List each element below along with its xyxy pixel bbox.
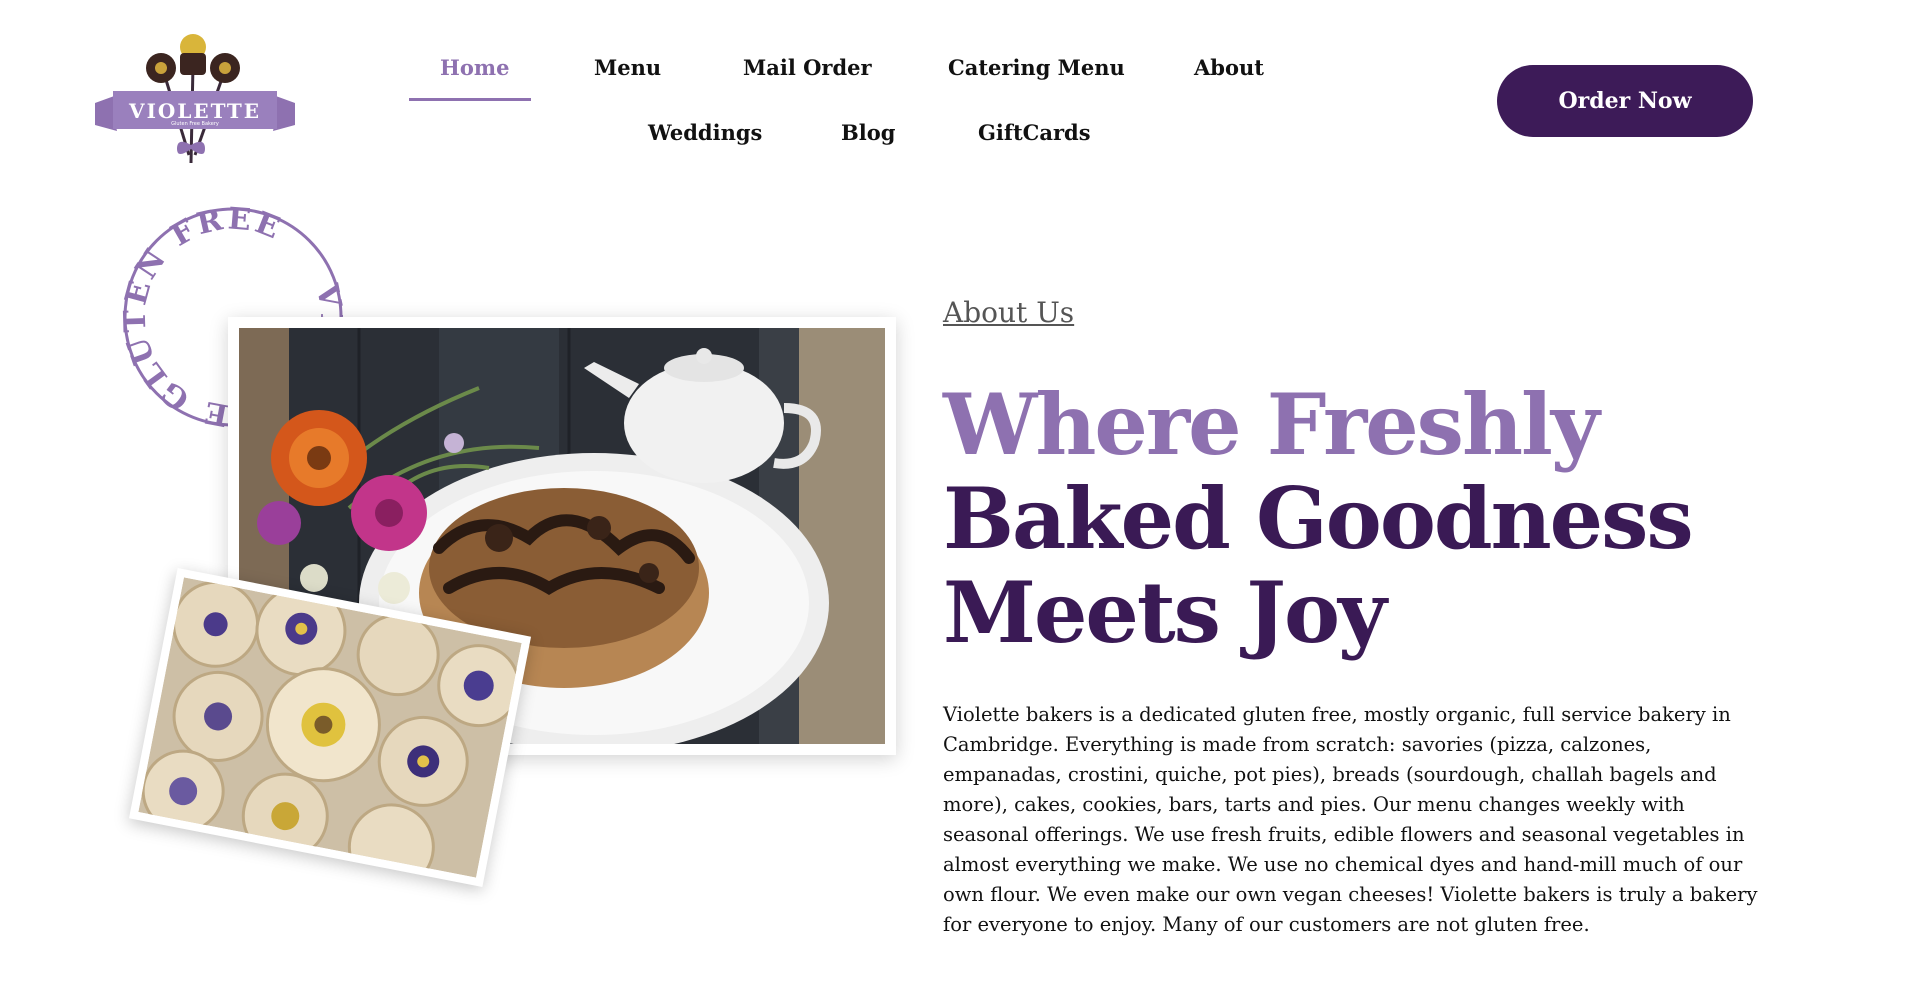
nav-item-giftcards[interactable]: GiftCards	[978, 120, 1091, 145]
nav-active-indicator	[409, 98, 531, 101]
nav-item-catering-menu[interactable]: Catering Menu	[948, 55, 1125, 80]
nav-item-mail-order[interactable]: Mail Order	[743, 55, 872, 80]
headline-line-2: Baked Goodness	[943, 469, 1694, 568]
order-now-button[interactable]: Order Now	[1497, 65, 1753, 137]
headline-line-1: Where Freshly	[943, 375, 1600, 474]
nav-item-about[interactable]: About	[1194, 55, 1264, 80]
headline-line-3: Meets Joy	[943, 563, 1387, 662]
nav-item-blog[interactable]: Blog	[841, 120, 895, 145]
about-description: Violette bakers is a dedicated gluten fr…	[943, 703, 1758, 936]
about-us-link[interactable]: About Us	[943, 296, 1074, 329]
nav-item-home[interactable]: Home	[440, 55, 509, 80]
hero-headline: Where Freshly Baked Goodness Meets Joy	[943, 378, 1703, 660]
nav-item-weddings[interactable]: Weddings	[648, 120, 762, 145]
nav-item-menu[interactable]: Menu	[594, 55, 661, 80]
